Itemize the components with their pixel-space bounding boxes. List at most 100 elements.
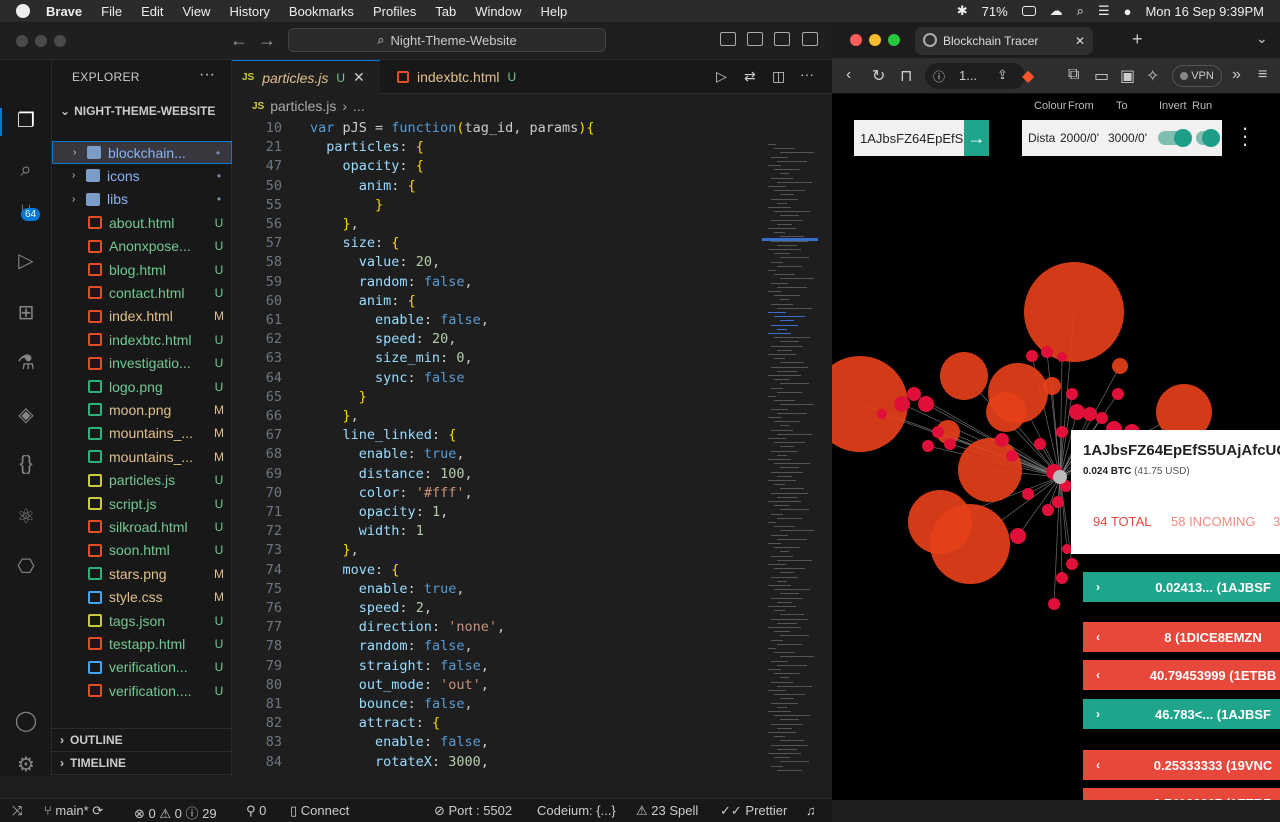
back-icon[interactable]: ‹ <box>846 66 851 84</box>
file-tree-item[interactable]: contact.html U <box>52 281 232 304</box>
codeium-status[interactable]: Codeium: {...} <box>537 803 616 818</box>
transaction-row[interactable]: ‹0.74166667 (1ETBB <box>1083 788 1280 800</box>
file-tree-item[interactable]: mountains_... M <box>52 445 232 468</box>
brave-shields-icon[interactable]: ◆ <box>1022 66 1034 86</box>
file-tree-item[interactable]: investigatio... U <box>52 352 232 375</box>
graph-node-small[interactable] <box>1041 346 1053 358</box>
code-line[interactable]: 80 out_mode: 'out', <box>232 677 762 696</box>
file-tree-item[interactable]: tags.json U <box>52 609 232 632</box>
ethereum-icon[interactable]: ◈ <box>12 400 40 428</box>
graph-node-small[interactable] <box>918 396 934 412</box>
menu-window[interactable]: Window <box>475 4 521 19</box>
invert-toggle[interactable] <box>1158 129 1192 147</box>
code-line[interactable]: 50 anim: { <box>232 178 762 197</box>
code-line[interactable]: 74 move: { <box>232 562 762 581</box>
siri-icon[interactable]: ● <box>1124 4 1132 19</box>
minimap[interactable] <box>762 118 832 776</box>
code-line[interactable]: 21 particles: { <box>232 139 762 158</box>
connect-status[interactable]: ▯ Connect <box>290 803 349 819</box>
code-line[interactable]: 55 } <box>232 197 762 216</box>
breadcrumb-file[interactable]: particles.js <box>270 98 336 114</box>
breadcrumb-rest[interactable]: ... <box>353 98 365 114</box>
code-line[interactable]: 69 distance: 100, <box>232 466 762 485</box>
graph-node-small[interactable] <box>1048 598 1060 610</box>
more-actions-icon[interactable]: ··· <box>199 66 215 84</box>
code-line[interactable]: 57 size: { <box>232 235 762 254</box>
branch-status[interactable]: ⑂ main* ⟳ <box>44 803 103 819</box>
code-line[interactable]: 84 rotateX: 3000, <box>232 754 762 773</box>
file-tree-item[interactable]: › blockchain... • <box>52 141 232 164</box>
graph-node-small[interactable] <box>995 433 1009 447</box>
graph-node-small[interactable] <box>1034 438 1046 450</box>
window-zoom-button[interactable] <box>888 34 900 46</box>
graph-node-small[interactable] <box>1066 558 1078 570</box>
tab-indexbtc-html[interactable]: indexbtc.html U <box>387 60 547 94</box>
menu-tab[interactable]: Tab <box>435 4 456 19</box>
to-input[interactable]: 3000/0' <box>1108 131 1152 145</box>
run-debug-icon[interactable]: ▷ <box>12 246 40 274</box>
tab-particles-js[interactable]: JS particles.js U ✕ <box>232 60 380 94</box>
file-tree-item[interactable]: stars.png M <box>52 562 232 585</box>
code-line[interactable]: 61 enable: false, <box>232 312 762 331</box>
graph-node-small[interactable] <box>1096 412 1108 424</box>
toggle-primary-sidebar-icon[interactable] <box>720 32 736 46</box>
graph-node-small[interactable] <box>1026 350 1038 362</box>
window-zoom-button[interactable] <box>54 35 66 47</box>
wallet-icon[interactable]: ▣ <box>1120 66 1135 86</box>
file-tree-item[interactable]: particles.js U <box>52 469 232 492</box>
file-tree-item[interactable]: soon.html U <box>52 539 232 562</box>
outgoing-tab[interactable]: 3 <box>1273 514 1280 529</box>
code-line[interactable]: 10 var pJS = function(tag_id, params){ <box>232 120 762 139</box>
code-line[interactable]: 67 line_linked: { <box>232 427 762 446</box>
code-line[interactable]: 81 bounce: false, <box>232 696 762 715</box>
graph-node-small[interactable] <box>894 396 910 412</box>
graph-node-large[interactable] <box>1024 262 1124 362</box>
code-line[interactable]: 64 sync: false <box>232 370 762 389</box>
transaction-row[interactable]: › 46.783<... (1AJBSF <box>1083 699 1280 729</box>
graph-node-small[interactable] <box>932 426 944 438</box>
explorer-icon[interactable]: ❐ <box>12 106 40 134</box>
manage-gear-icon[interactable]: ⚙ <box>12 750 40 778</box>
graph-node-small[interactable] <box>1083 407 1097 421</box>
code-line[interactable]: 68 enable: true, <box>232 446 762 465</box>
spotlight-search-icon[interactable]: ⌕ <box>1077 3 1084 19</box>
graph-node-small[interactable] <box>1057 352 1067 362</box>
file-tree-item[interactable]: about.html U <box>52 211 232 234</box>
share-icon[interactable]: ⇪ <box>997 67 1008 83</box>
menu-profiles[interactable]: Profiles <box>373 4 416 19</box>
from-input[interactable]: 2000/0' <box>1060 131 1104 145</box>
file-tree-item[interactable]: logo.png U <box>52 375 232 398</box>
spell-status[interactable]: ⚠ 23 Spell <box>636 803 698 819</box>
trace-go-button[interactable]: → <box>964 120 989 156</box>
outline-section[interactable]: › OUTLINE <box>52 728 232 751</box>
extensions-icon[interactable]: ⊞ <box>12 298 40 326</box>
more-options-icon[interactable]: · · · <box>1240 117 1250 155</box>
overflow-chevron-icon[interactable]: » <box>1232 66 1241 84</box>
split-editor-icon[interactable]: ◫ <box>772 68 785 85</box>
incoming-tab[interactable]: 58 INCOMING <box>1171 514 1256 529</box>
file-tree-item[interactable]: blog.html U <box>52 258 232 281</box>
transaction-row[interactable]: ‹ 8 (1DICE8EMZN <box>1083 622 1280 652</box>
file-tree-item[interactable]: testapp.html U <box>52 632 232 655</box>
file-tree-item[interactable]: › libs • <box>52 188 232 211</box>
sidebar-icon[interactable]: ▭ <box>1094 66 1109 86</box>
menu-help[interactable]: Help <box>541 4 568 19</box>
ports-status[interactable]: ⚲ 0 <box>246 803 266 819</box>
graph-node-small[interactable] <box>1056 572 1068 584</box>
react-icon[interactable]: ⚛ <box>12 502 40 530</box>
graph-node-small[interactable] <box>1056 426 1068 438</box>
graph-node-small[interactable] <box>1052 496 1064 508</box>
code-line[interactable]: 72 width: 1 <box>232 523 762 542</box>
total-tab[interactable]: 94 TOTAL <box>1093 514 1152 529</box>
graph-node-small[interactable] <box>1066 388 1078 400</box>
accounts-icon[interactable]: ◯ <box>12 706 40 734</box>
new-tab-icon[interactable]: + <box>1132 29 1143 50</box>
graph-node-large[interactable] <box>930 504 1010 584</box>
code-line[interactable]: 56 }, <box>232 216 762 235</box>
graph-node-large[interactable] <box>1043 377 1061 395</box>
more-actions-icon[interactable]: ··· <box>800 66 814 82</box>
address-input[interactable]: 1AJbsFZ64EpEfS5 <box>854 120 964 156</box>
menu-hamburger-icon[interactable]: ≡ <box>1258 66 1267 84</box>
notifications-bell-icon[interactable]: ♫ <box>806 803 816 818</box>
code-line[interactable]: 76 speed: 2, <box>232 600 762 619</box>
